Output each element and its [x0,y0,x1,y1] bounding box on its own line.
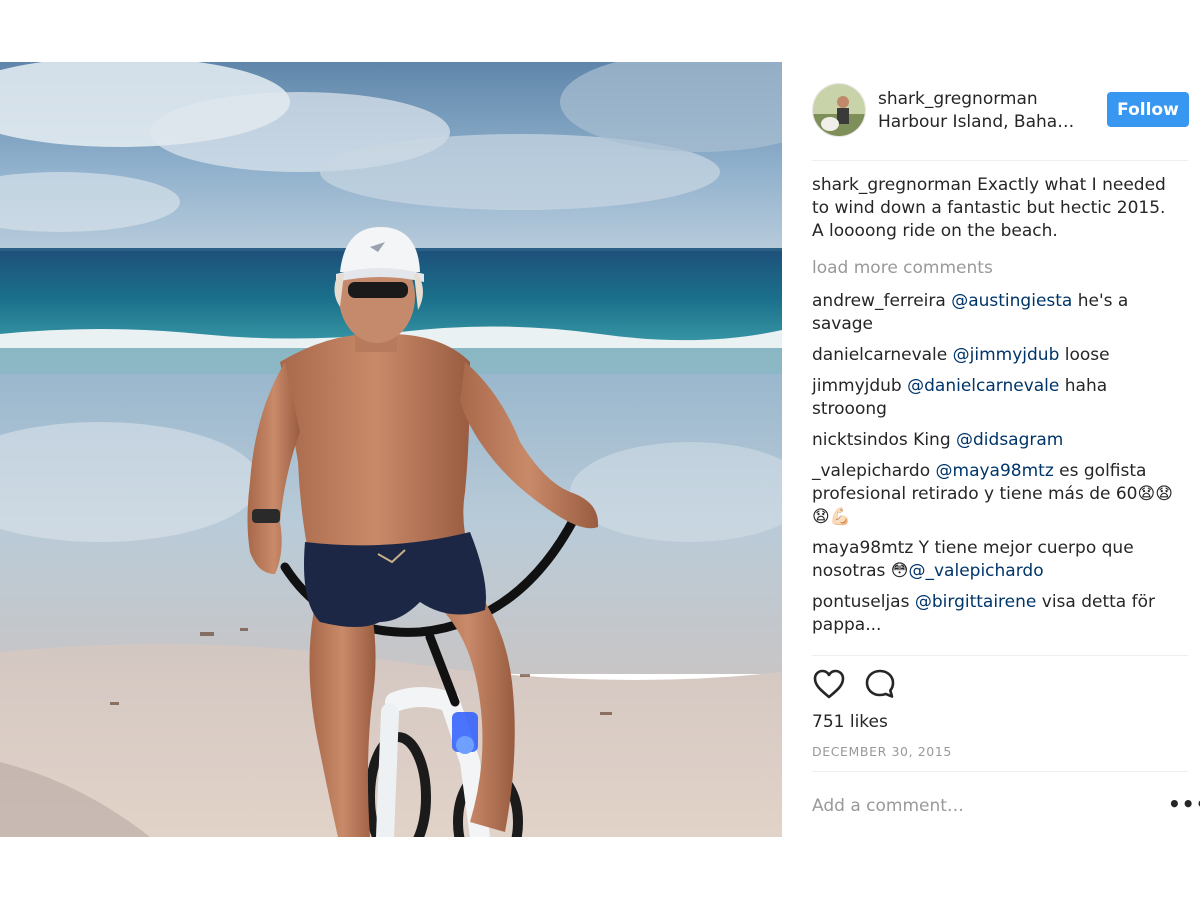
comment-username[interactable]: andrew_ferreira [812,291,946,311]
more-options-icon[interactable]: ••• [1168,792,1200,816]
header-divider [812,160,1188,161]
post-location[interactable]: Harbour Island, Baha… [878,112,1074,132]
post-photo[interactable] [0,62,782,837]
comment-mention[interactable]: @_valepichardo [909,561,1044,581]
comment-item: pontuseljas @birgittairene visa detta fö… [812,591,1182,637]
comment-mention[interactable]: @jimmyjdub [953,345,1060,365]
post-header: shark_gregnorman Harbour Island, Baha… F… [812,83,1190,141]
comment-username[interactable]: nicktsindos [812,430,908,450]
post-date: DECEMBER 30, 2015 [812,744,952,759]
load-more-comments-link[interactable]: load more comments [812,257,1182,280]
actions-divider [812,655,1188,656]
comment-item: _valepichardo @maya98mtz es golfista pro… [812,460,1182,529]
comment-mention[interactable]: @danielcarnevale [907,376,1059,396]
comment-mention[interactable]: @didsagram [956,430,1063,450]
comment-input-divider [812,771,1188,772]
post-sidebar: shark_gregnorman Harbour Island, Baha… F… [782,62,1200,837]
comment-mention[interactable]: @maya98mtz [936,461,1054,481]
beach-photo [0,62,782,837]
avatar-image [813,84,865,136]
add-comment-input[interactable]: Add a comment… [812,796,964,816]
post-username[interactable]: shark_gregnorman [878,89,1038,109]
comment-item: maya98mtz Y tiene mejor cuerpo que nosot… [812,537,1182,583]
comment-username[interactable]: pontuseljas [812,592,909,612]
follow-button[interactable]: Follow [1107,92,1189,127]
comment-username[interactable]: _valepichardo [812,461,930,481]
comment-mention[interactable]: @austingiesta [951,291,1072,311]
likes-count[interactable]: 751 likes [812,712,888,732]
heart-icon[interactable] [812,668,846,704]
comment-item: andrew_ferreira @austingiesta he's a sav… [812,290,1182,336]
comment-username[interactable]: jimmyjdub [812,376,902,396]
comment-username[interactable]: maya98mtz [812,538,913,558]
caption: shark_gregnorman Exactly what I needed t… [812,174,1182,243]
comment-item: danielcarnevale @jimmyjdub loose [812,344,1182,367]
comment-mention[interactable]: @birgittairene [915,592,1037,612]
comment-bubble-icon[interactable] [864,668,898,704]
avatar[interactable] [812,83,866,137]
comment-username[interactable]: danielcarnevale [812,345,947,365]
comments-list: shark_gregnorman Exactly what I needed t… [812,174,1182,645]
comment-item: jimmyjdub @danielcarnevale haha strooong [812,375,1182,421]
comment-text: King [913,430,951,450]
comment-text: loose [1064,345,1110,365]
caption-username[interactable]: shark_gregnorman [812,175,972,195]
comment-item: nicktsindos King @didsagram [812,429,1182,452]
